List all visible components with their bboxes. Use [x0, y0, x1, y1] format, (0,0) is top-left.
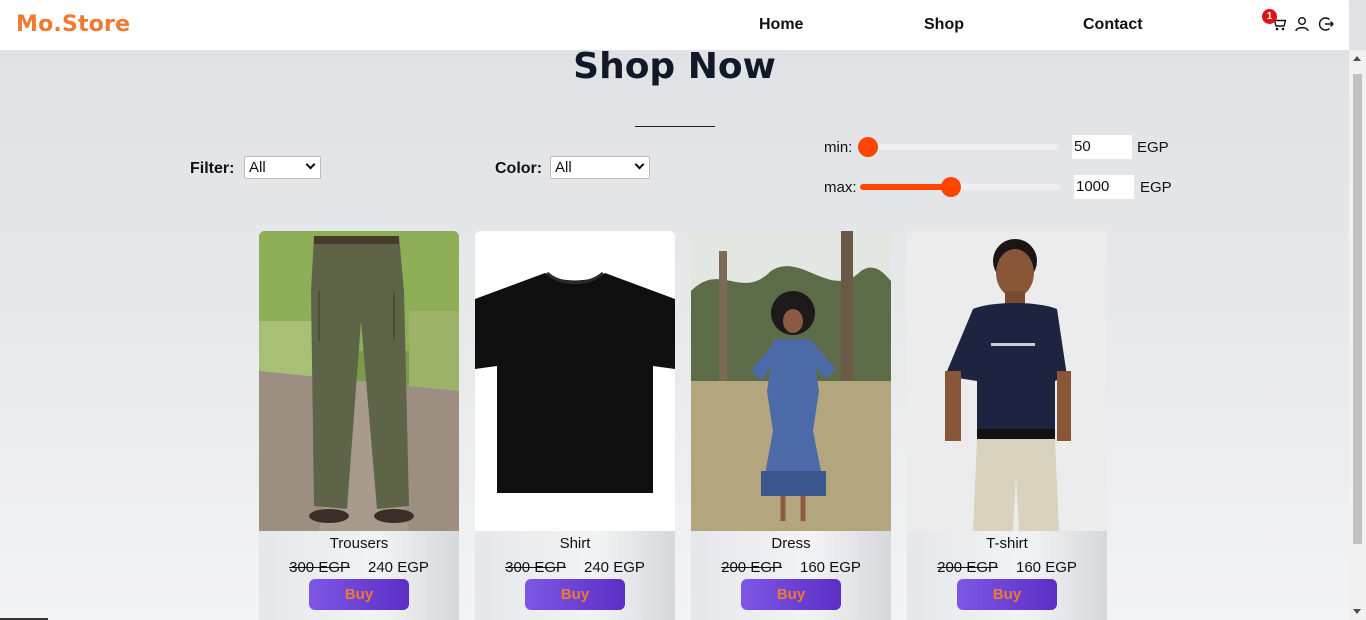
- scroll-down-arrow-icon[interactable]: [1353, 609, 1361, 614]
- max-price-label: max:: [824, 179, 857, 196]
- min-price-input[interactable]: 50: [1072, 135, 1132, 159]
- page-scrollbar[interactable]: [1349, 50, 1366, 620]
- cart-icon[interactable]: 1: [1262, 9, 1287, 32]
- scrollbar-thumb[interactable]: [1353, 74, 1362, 544]
- product-card-dress: Dress 200 EGP 160 EGP Buy: [691, 231, 891, 620]
- color-filter-select[interactable]: All: [550, 156, 650, 179]
- buy-button[interactable]: Buy: [525, 579, 625, 610]
- scroll-up-arrow-icon[interactable]: [1353, 56, 1361, 61]
- product-name: Shirt: [559, 535, 591, 552]
- product-image-dress[interactable]: [691, 231, 891, 531]
- product-card-tshirt: T-shirt 200 EGP 160 EGP Buy: [907, 231, 1107, 620]
- product-image-shirt[interactable]: [475, 231, 675, 531]
- max-currency-label: EGP: [1140, 179, 1172, 196]
- top-navbar: Mo.Store Home Shop Contact 1: [0, 0, 1349, 50]
- product-image-trousers[interactable]: [259, 231, 459, 531]
- category-filter-value: All: [249, 159, 266, 176]
- filter-label: Filter:: [190, 160, 235, 177]
- nav-shop-link[interactable]: Shop: [924, 16, 964, 34]
- buy-button[interactable]: Buy: [741, 579, 841, 610]
- current-price: 240 EGP: [584, 559, 645, 576]
- current-price: 240 EGP: [368, 559, 429, 576]
- color-filter-value: All: [555, 159, 572, 176]
- buy-button[interactable]: Buy: [957, 579, 1057, 610]
- product-name: T-shirt: [986, 535, 1028, 552]
- brand-logo[interactable]: Mo.Store: [16, 12, 130, 37]
- price-row: 200 EGP 160 EGP: [907, 559, 1107, 576]
- old-price: 300 EGP: [289, 559, 350, 576]
- current-price: 160 EGP: [800, 559, 861, 576]
- price-row: 300 EGP 240 EGP: [475, 559, 675, 576]
- current-price: 160 EGP: [1016, 559, 1077, 576]
- buy-button[interactable]: Buy: [309, 579, 409, 610]
- old-price: 200 EGP: [721, 559, 782, 576]
- product-card-trousers: Trousers 300 EGP 240 EGP Buy: [259, 231, 459, 620]
- min-slider-thumb[interactable]: [858, 137, 878, 157]
- title-divider: [635, 126, 715, 127]
- max-slider-fill: [860, 184, 951, 190]
- logout-icon[interactable]: [1318, 16, 1334, 32]
- max-price-slider[interactable]: [860, 177, 1060, 197]
- min-price-slider[interactable]: [858, 137, 1058, 157]
- product-card-shirt: Shirt 300 EGP 240 EGP Buy: [475, 231, 675, 620]
- product-name: Trousers: [329, 535, 389, 552]
- nav-contact-link[interactable]: Contact: [1083, 16, 1143, 34]
- max-slider-thumb[interactable]: [941, 177, 961, 197]
- chevron-down-icon: [305, 159, 316, 170]
- price-row: 300 EGP 240 EGP: [259, 559, 459, 576]
- price-row: 200 EGP 160 EGP: [691, 559, 891, 576]
- nav-home-link[interactable]: Home: [759, 16, 803, 34]
- min-price-label: min:: [824, 139, 853, 156]
- max-price-input[interactable]: 1000: [1074, 175, 1134, 199]
- min-currency-label: EGP: [1137, 139, 1169, 156]
- product-name: Dress: [771, 535, 811, 552]
- cart-count-badge: 1: [1262, 9, 1277, 24]
- color-label: Color:: [495, 160, 543, 177]
- chevron-down-icon: [634, 159, 645, 170]
- page-title: Shop Now: [573, 46, 776, 87]
- product-image-tshirt[interactable]: [907, 231, 1107, 531]
- old-price: 200 EGP: [937, 559, 998, 576]
- old-price: 300 EGP: [505, 559, 566, 576]
- category-filter-select[interactable]: All: [244, 156, 321, 179]
- user-icon[interactable]: [1294, 16, 1310, 32]
